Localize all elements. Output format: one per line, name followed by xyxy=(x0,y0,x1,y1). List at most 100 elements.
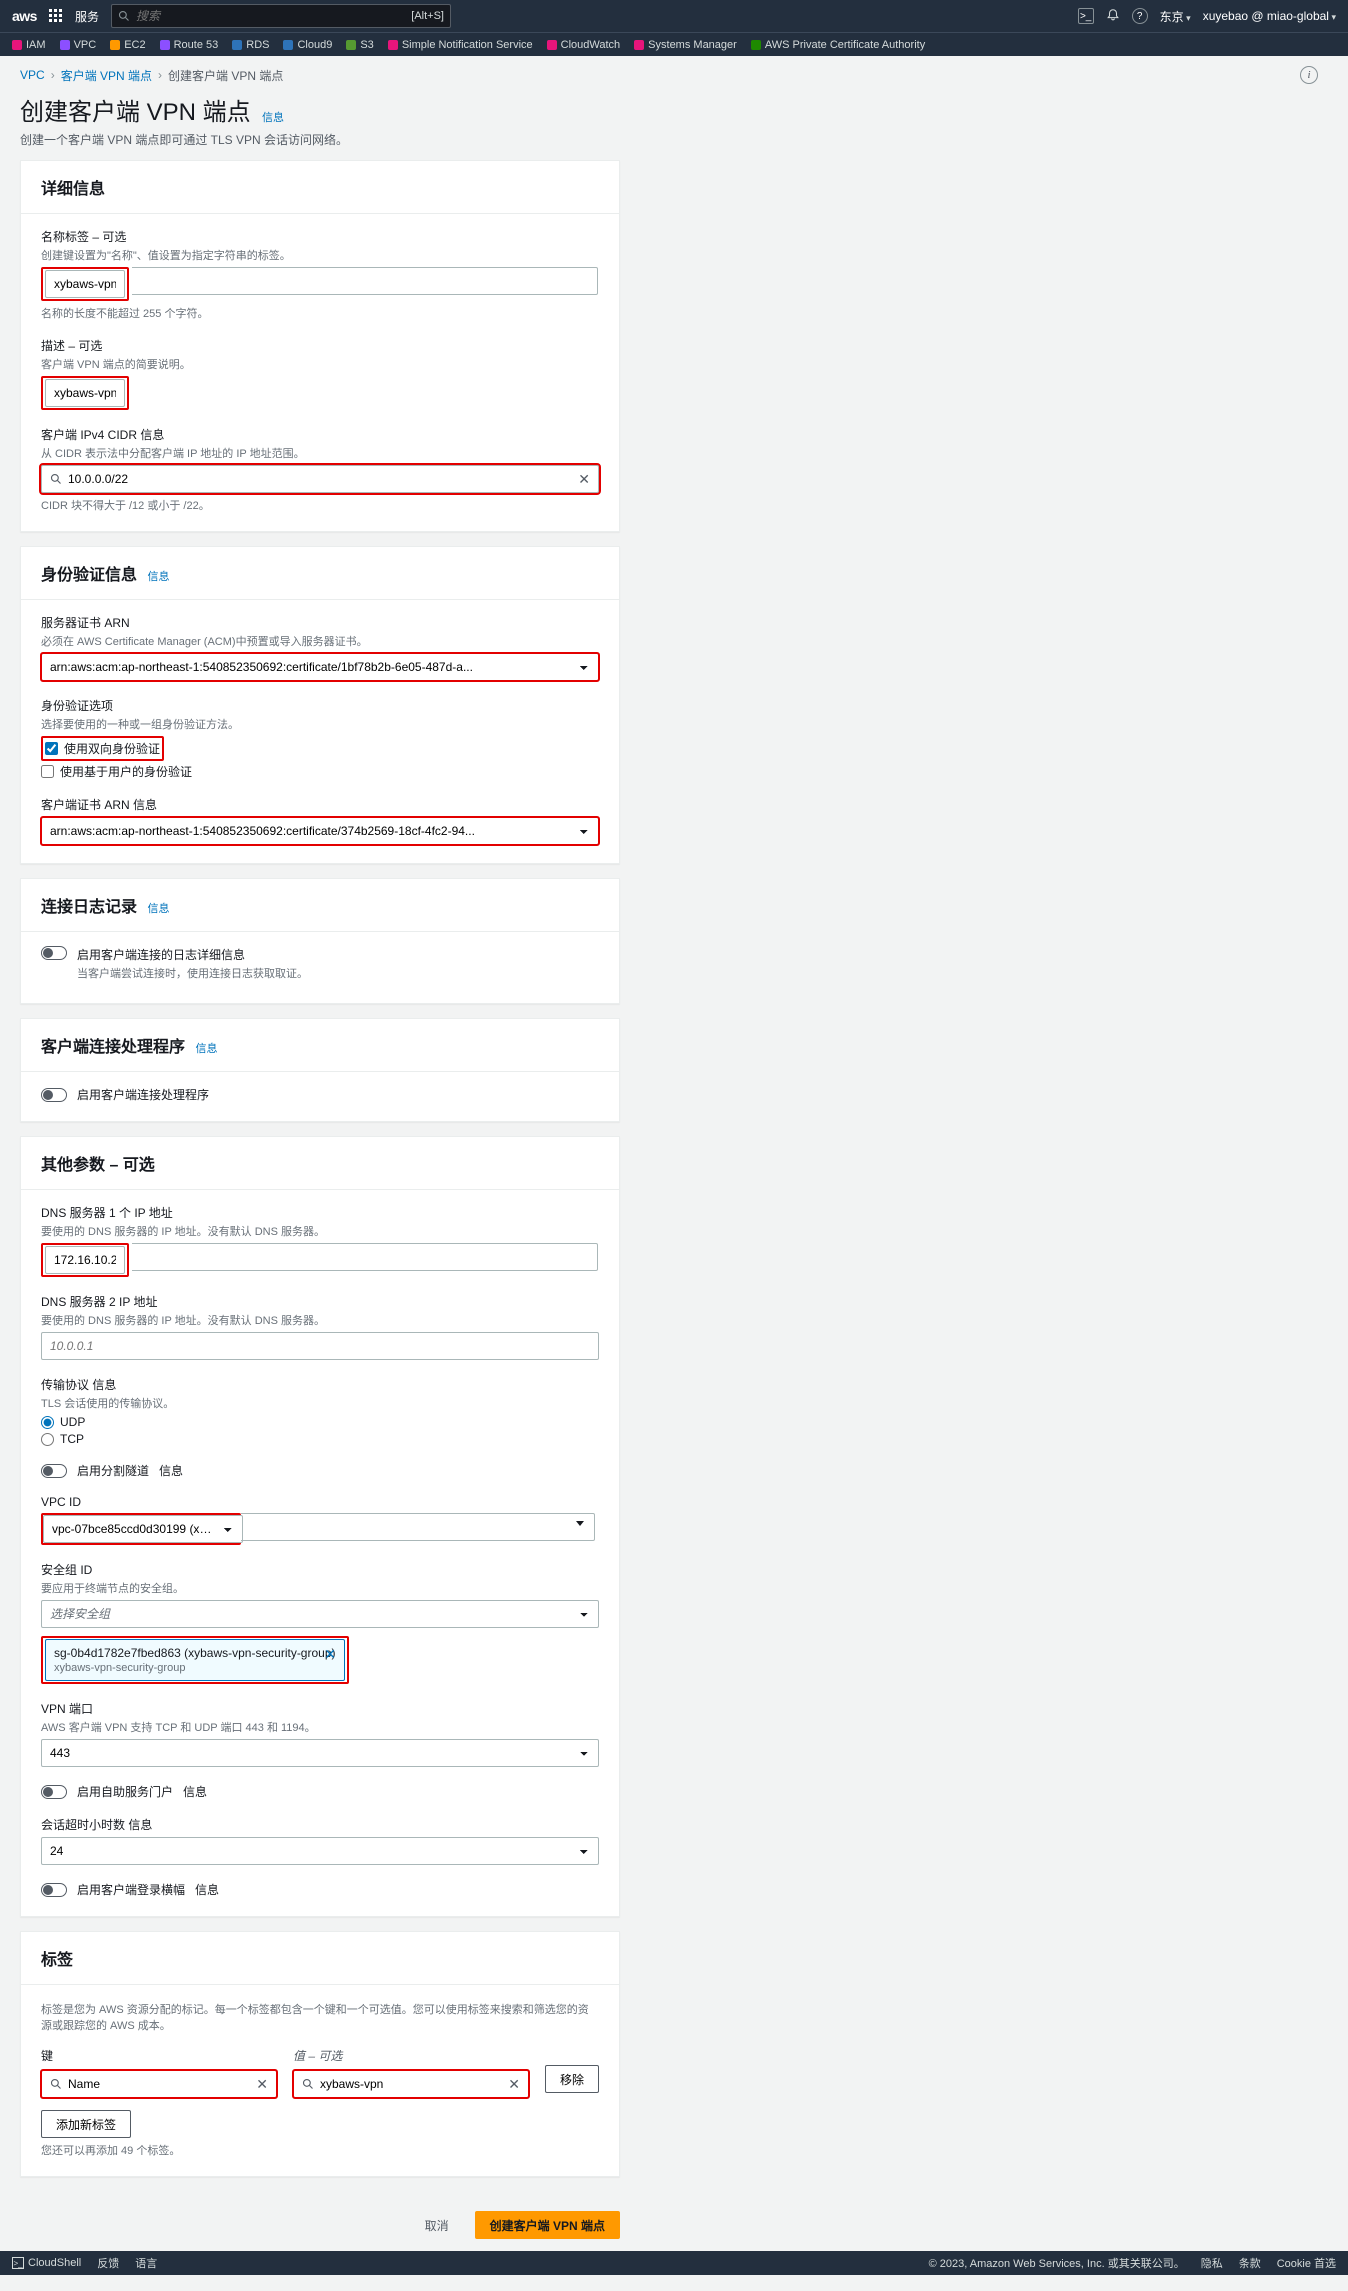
global-search[interactable]: [Alt+S] xyxy=(111,4,451,28)
proto-udp-radio[interactable] xyxy=(41,1416,54,1429)
panel-tags-header: 标签 xyxy=(21,1932,619,1985)
footer-feedback[interactable]: 反馈 xyxy=(97,2255,119,2271)
user-auth-checkbox[interactable] xyxy=(41,765,54,778)
nav-systems-manager[interactable]: Systems Manager xyxy=(634,39,737,51)
services-link[interactable]: 服务 xyxy=(75,8,99,25)
info-link[interactable]: 信息 xyxy=(147,903,169,915)
search-kbd-hint: [Alt+S] xyxy=(411,10,444,22)
panel-handler: 客户端连接处理程序 信息 启用客户端连接处理程序 xyxy=(20,1018,620,1122)
panel-tags: 标签 标签是您为 AWS 资源分配的标记。每一个标签都包含一个键和一个可选值。您… xyxy=(20,1931,620,2177)
proto-desc: TLS 会话使用的传输协议。 xyxy=(41,1395,599,1411)
name-input[interactable] xyxy=(45,270,125,298)
proto-tcp-row[interactable]: TCP xyxy=(41,1432,599,1446)
info-link[interactable]: 信息 xyxy=(140,428,164,442)
tag-remove-button[interactable]: 移除 xyxy=(545,2065,599,2093)
auth-opt-label: 身份验证选项 xyxy=(41,697,599,714)
name-hint: 名称的长度不能超过 255 个字符。 xyxy=(41,305,599,321)
info-link[interactable]: 信息 xyxy=(128,1818,152,1832)
footer-privacy[interactable]: 隐私 xyxy=(1201,2255,1223,2271)
port-select[interactable]: 443 xyxy=(41,1739,599,1767)
sg-select[interactable]: 选择安全组 xyxy=(41,1600,599,1628)
chevron-right-icon: › xyxy=(158,68,162,82)
dns1-input[interactable] xyxy=(45,1246,125,1274)
info-icon[interactable]: i xyxy=(1300,66,1318,84)
help-icon[interactable]: ? xyxy=(1132,8,1148,24)
info-link[interactable]: 信息 xyxy=(92,1378,116,1392)
create-button[interactable]: 创建客户端 VPN 端点 xyxy=(475,2211,620,2239)
info-link[interactable]: 信息 xyxy=(133,798,157,812)
info-link[interactable]: 信息 xyxy=(183,1783,207,1800)
mutual-auth-checkbox-row[interactable]: 使用双向身份验证 xyxy=(45,740,160,757)
panel-log-header: 连接日志记录 信息 xyxy=(21,879,619,932)
info-link[interactable]: 信息 xyxy=(262,112,284,124)
topbar: aws 服务 [Alt+S] >_ ? 东京 xuyebao @ miao-gl… xyxy=(0,0,1348,32)
cloudshell-icon[interactable]: >_ xyxy=(1078,8,1094,24)
log-toggle[interactable] xyxy=(41,946,67,960)
info-link[interactable]: 信息 xyxy=(195,1881,219,1898)
nav-s3[interactable]: S3 xyxy=(346,39,373,51)
banner-toggle[interactable] xyxy=(41,1883,67,1897)
user-menu[interactable]: xuyebao @ miao-global xyxy=(1203,9,1336,23)
footer-cloudshell[interactable]: >_CloudShell xyxy=(12,2257,81,2270)
clear-icon[interactable]: ✕ xyxy=(508,2076,520,2093)
sg-token-text: sg-0b4d1782e7fbed863 (xybaws-vpn-securit… xyxy=(54,1646,336,1660)
cancel-button[interactable]: 取消 xyxy=(411,2211,463,2239)
info-link[interactable]: 信息 xyxy=(159,1462,183,1479)
handler-toggle-label: 启用客户端连接处理程序 xyxy=(77,1086,209,1103)
crumb-vpc[interactable]: VPC xyxy=(20,68,45,82)
panel-details-header: 详细信息 xyxy=(21,161,619,214)
footer-language[interactable]: 语言 xyxy=(135,2255,157,2271)
search-icon xyxy=(50,473,62,485)
proto-tcp-radio[interactable] xyxy=(41,1433,54,1446)
nav-route53[interactable]: Route 53 xyxy=(160,39,219,51)
clear-icon[interactable]: ✕ xyxy=(256,2076,268,2093)
name-desc: 创建键设置为"名称"、值设置为指定字符串的标签。 xyxy=(41,247,599,263)
client-cert-select[interactable]: arn:aws:acm:ap-northeast-1:540852350692:… xyxy=(41,817,599,845)
global-search-input[interactable] xyxy=(136,9,405,23)
cidr-hint: CIDR 块不得大于 /12 或小于 /22。 xyxy=(41,497,599,513)
split-tunnel-label: 启用分割隧道 xyxy=(77,1462,149,1479)
nav-sns[interactable]: Simple Notification Service xyxy=(388,39,533,51)
desc-input[interactable] xyxy=(45,379,125,407)
nav-rds[interactable]: RDS xyxy=(232,39,269,51)
split-tunnel-toggle[interactable] xyxy=(41,1464,67,1478)
notifications-icon[interactable] xyxy=(1106,8,1120,25)
tag-val-input[interactable] xyxy=(320,2077,502,2091)
dns1-desc: 要使用的 DNS 服务器的 IP 地址。没有默认 DNS 服务器。 xyxy=(41,1223,599,1239)
cidr-input[interactable] xyxy=(68,472,572,486)
tags-hint: 您还可以再添加 49 个标签。 xyxy=(41,2142,599,2158)
nav-vpc[interactable]: VPC xyxy=(60,39,97,51)
aws-logo[interactable]: aws xyxy=(12,8,37,24)
dns2-input[interactable] xyxy=(41,1332,599,1360)
region-selector[interactable]: 东京 xyxy=(1160,8,1191,25)
panel-handler-header: 客户端连接处理程序 信息 xyxy=(21,1019,619,1072)
nav-cloudwatch[interactable]: CloudWatch xyxy=(547,39,621,51)
port-label: VPN 端口 xyxy=(41,1700,599,1717)
session-select[interactable]: 24 xyxy=(41,1837,599,1865)
info-link[interactable]: 信息 xyxy=(195,1043,217,1055)
nav-iam[interactable]: IAM xyxy=(12,39,46,51)
desc-label: 描述 – 可选 xyxy=(41,337,599,354)
nav-cloud9[interactable]: Cloud9 xyxy=(283,39,332,51)
handler-toggle[interactable] xyxy=(41,1088,67,1102)
tag-val-wrap: ✕ xyxy=(293,2070,529,2098)
clear-icon[interactable]: ✕ xyxy=(578,471,590,488)
user-auth-checkbox-row[interactable]: 使用基于用户的身份验证 xyxy=(41,763,599,780)
close-icon[interactable]: ✕ xyxy=(324,1646,336,1663)
tag-add-button[interactable]: 添加新标签 xyxy=(41,2110,131,2138)
panel-other: 其他参数 – 可选 DNS 服务器 1 个 IP 地址 要使用的 DNS 服务器… xyxy=(20,1136,620,1917)
tag-key-wrap: ✕ xyxy=(41,2070,277,2098)
crumb-list[interactable]: 客户端 VPN 端点 xyxy=(61,67,152,84)
mutual-auth-checkbox[interactable] xyxy=(45,742,58,755)
nav-ec2[interactable]: EC2 xyxy=(110,39,145,51)
info-link[interactable]: 信息 xyxy=(147,571,169,583)
services-grid-icon[interactable] xyxy=(49,9,63,23)
proto-udp-row[interactable]: UDP xyxy=(41,1415,599,1429)
server-cert-select[interactable]: arn:aws:acm:ap-northeast-1:540852350692:… xyxy=(41,653,599,681)
nav-pca[interactable]: AWS Private Certificate Authority xyxy=(751,39,925,51)
vpc-select[interactable]: vpc-07bce85ccd0d30199 (xyb-vpc) xyxy=(43,1515,243,1543)
footer-cookie[interactable]: Cookie 首选 xyxy=(1277,2255,1336,2271)
tag-key-input[interactable] xyxy=(68,2077,250,2091)
footer-terms[interactable]: 条款 xyxy=(1239,2255,1261,2271)
self-service-toggle[interactable] xyxy=(41,1785,67,1799)
